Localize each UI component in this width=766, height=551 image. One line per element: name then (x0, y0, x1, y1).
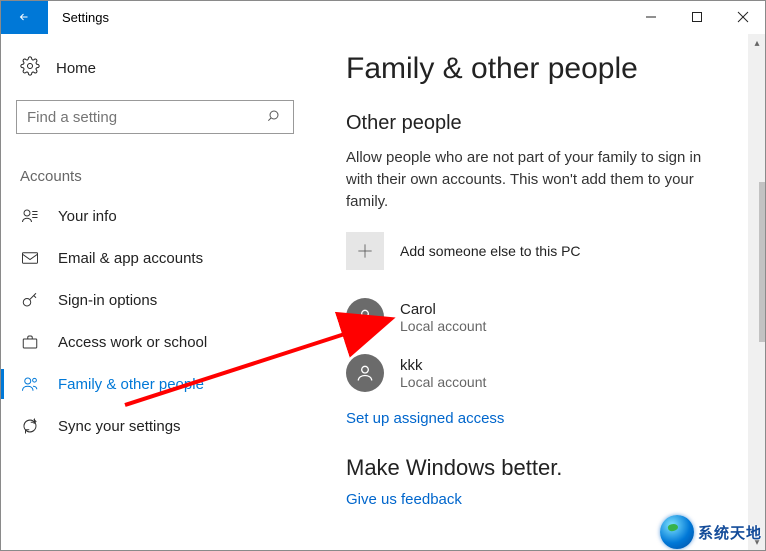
avatar-icon (346, 298, 384, 336)
nav-family-other-people[interactable]: Family & other people (0, 363, 310, 405)
plus-icon (346, 232, 384, 270)
nav-label: Sync your settings (58, 418, 181, 435)
page-title: Family & other people (346, 52, 718, 86)
scroll-thumb[interactable] (759, 182, 766, 342)
scroll-up-arrow[interactable]: ▴ (748, 34, 766, 52)
close-button[interactable] (720, 0, 766, 34)
window-title: Settings (48, 0, 109, 34)
user-type: Local account (400, 374, 486, 390)
section-label-accounts: Accounts (0, 134, 310, 195)
nav-label: Email & app accounts (58, 250, 203, 267)
nav-label: Your info (58, 208, 117, 225)
make-windows-better-title: Make Windows better. (346, 455, 718, 481)
back-button[interactable] (0, 0, 48, 34)
user-row-kkk[interactable]: kkk Local account (346, 354, 718, 392)
titlebar: Settings (0, 0, 766, 34)
gear-icon (20, 56, 40, 80)
key-icon (20, 291, 40, 309)
avatar-icon (346, 354, 384, 392)
user-name: Carol (400, 301, 486, 318)
maximize-button[interactable] (674, 0, 720, 34)
section-other-people-desc: Allow people who are not part of your fa… (346, 147, 718, 212)
search-input[interactable] (16, 100, 294, 134)
sidebar: Home Accounts Your info Email & app acco… (0, 34, 310, 551)
nav-email-accounts[interactable]: Email & app accounts (0, 237, 310, 279)
feedback-link[interactable]: Give us feedback (346, 491, 462, 508)
scroll-down-arrow[interactable]: ▾ (748, 533, 766, 551)
user-type: Local account (400, 318, 486, 334)
your-info-icon (20, 207, 40, 225)
user-name: kkk (400, 357, 486, 374)
user-row-carol[interactable]: Carol Local account (346, 298, 718, 336)
nav-sync-settings[interactable]: Sync your settings (0, 405, 310, 447)
nav-access-work-school[interactable]: Access work or school (0, 321, 310, 363)
search-field[interactable] (27, 109, 267, 126)
search-icon (267, 108, 283, 127)
section-other-people-title: Other people (346, 112, 718, 135)
nav-label: Sign-in options (58, 292, 157, 309)
window-controls (628, 0, 766, 34)
home-button[interactable]: Home (0, 48, 310, 88)
add-someone-label: Add someone else to this PC (400, 243, 581, 259)
scrollbar[interactable]: ▴ ▾ (748, 34, 766, 551)
people-icon (20, 375, 40, 393)
content-area: Family & other people Other people Allow… (310, 34, 748, 551)
minimize-button[interactable] (628, 0, 674, 34)
assigned-access-link[interactable]: Set up assigned access (346, 410, 504, 427)
briefcase-icon (20, 333, 40, 351)
home-label: Home (56, 60, 96, 77)
add-someone-button[interactable]: Add someone else to this PC (346, 232, 718, 270)
nav-label: Access work or school (58, 334, 207, 351)
mail-icon (20, 249, 40, 267)
nav-signin-options[interactable]: Sign-in options (0, 279, 310, 321)
sync-icon (20, 417, 40, 435)
nav-label: Family & other people (58, 376, 204, 393)
nav-your-info[interactable]: Your info (0, 195, 310, 237)
